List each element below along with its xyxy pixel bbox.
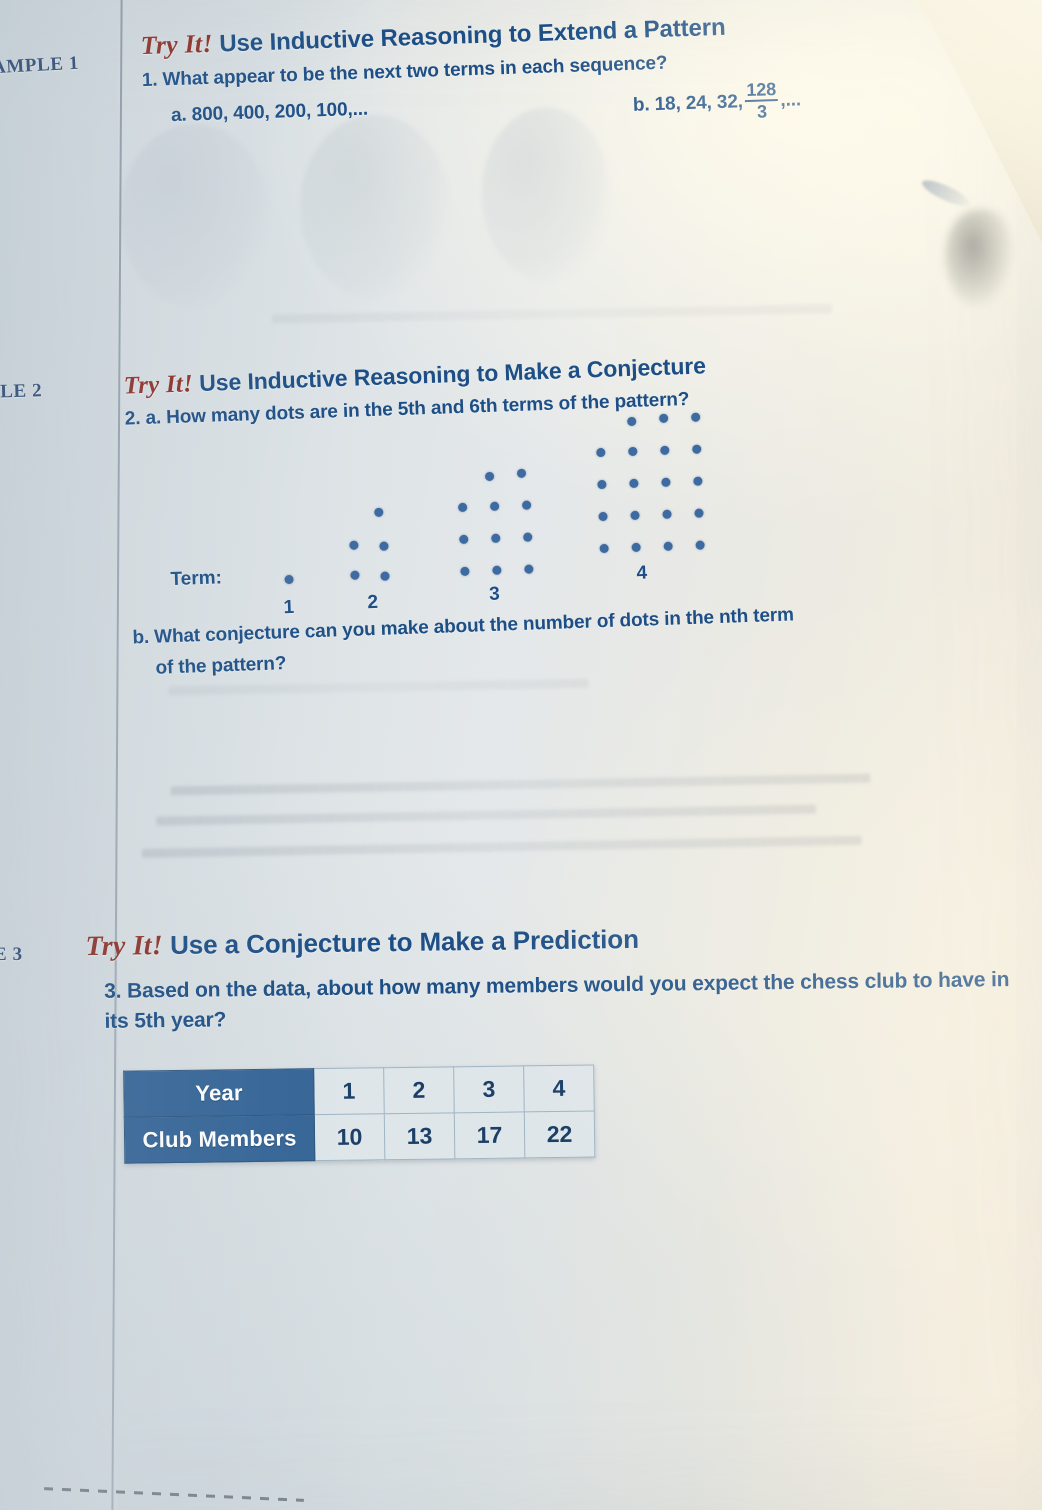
section-try-it-2: Try It! Use Inductive Reasoning to Make … — [123, 343, 965, 678]
photo-of-textbook-page: AMPLE 1 PLE 2 E 3 Try It! Use Inductive … — [0, 0, 1042, 1510]
pattern-dot — [484, 471, 495, 482]
question-1-options: a. 800, 400, 200, 100,... b. 18, 24, 32,… — [143, 78, 934, 150]
pattern-dot — [523, 532, 533, 542]
pattern-dot — [629, 478, 639, 489]
table-cell-year-2: 2 — [383, 1066, 455, 1114]
pattern-dot — [516, 468, 527, 478]
option-a-label: a. — [170, 104, 187, 127]
table-cell-year-4: 4 — [523, 1065, 595, 1112]
question-2b-label: b. — [132, 626, 150, 649]
try-it-label: Try It! — [85, 930, 164, 963]
pattern-dot — [379, 541, 389, 551]
term-number-1: 1 — [283, 596, 295, 619]
pattern-dot — [521, 500, 532, 510]
option-b-sequence-suffix: ,... — [780, 89, 802, 111]
fraction-denominator: 3 — [756, 101, 768, 122]
table-cell-members-2: 13 — [384, 1112, 455, 1160]
pattern-dot — [491, 533, 501, 543]
pattern-dot — [627, 416, 637, 427]
section-2-heading: Use Inductive Reasoning to Make a Conjec… — [198, 352, 707, 397]
pattern-dot — [695, 540, 705, 550]
pattern-dot — [598, 511, 608, 522]
pattern-dot — [284, 574, 294, 585]
pattern-dot — [628, 446, 638, 457]
table-cell-year-1: 1 — [313, 1067, 385, 1115]
pattern-dot — [596, 447, 606, 458]
option-a-sequence: 800, 400, 200, 100,... — [191, 98, 369, 126]
dot-pattern-diagram: 1 2 3 4 — [275, 394, 882, 618]
table-cell-members-3: 17 — [454, 1111, 525, 1159]
table-row-year: Year 1 2 3 4 — [123, 1065, 595, 1118]
pattern-dot — [597, 479, 607, 490]
pattern-dot — [349, 540, 359, 550]
try-it-label: Try It! — [123, 370, 194, 400]
option-b-label: b. — [632, 94, 650, 116]
pattern-dot — [631, 542, 641, 553]
pattern-dot — [457, 502, 468, 513]
table-row-header-club-members: Club Members — [124, 1114, 315, 1164]
question-3-number: 3. — [103, 979, 122, 1003]
question-1-option-a: a. 800, 400, 200, 100,... — [171, 99, 369, 128]
section-try-it-3: Try It! Use a Conjecture to Make a Predi… — [85, 919, 1026, 1164]
fraction-128-over-3: 128 3 — [744, 79, 779, 122]
pattern-dot — [374, 507, 384, 517]
try-it-label: Try It! — [140, 28, 214, 61]
pattern-dot — [692, 444, 702, 454]
pattern-dot — [380, 571, 390, 581]
question-3: 3. Based on the data, about how many mem… — [104, 965, 1025, 1038]
term-row-label: Term: — [170, 567, 223, 591]
table-row-header-year: Year — [123, 1068, 315, 1118]
club-members-table: Year 1 2 3 4 Club Members 10 13 17 22 — [123, 1065, 595, 1164]
section-try-it-1: Try It! Use Inductive Reasoning to Exten… — [140, 5, 934, 150]
term-number-3: 3 — [488, 583, 501, 606]
table-cell-year-3: 3 — [453, 1065, 525, 1113]
pattern-dot — [459, 534, 469, 545]
pattern-dot — [350, 570, 360, 580]
question-3-text: Based on the data, about how many member… — [104, 968, 1010, 1034]
question-1-number: 1. — [141, 69, 158, 92]
table-cell-members-4: 22 — [524, 1111, 595, 1158]
pattern-dot — [630, 510, 640, 521]
question-2a-number: 2. a. — [124, 407, 162, 430]
pattern-dot — [524, 564, 534, 574]
pattern-dot — [460, 566, 470, 577]
pattern-dot — [660, 445, 670, 455]
table-row-club-members: Club Members 10 13 17 22 — [124, 1111, 595, 1164]
term-number-2: 2 — [367, 591, 379, 614]
pattern-dot — [599, 543, 609, 554]
pattern-dot — [659, 413, 669, 423]
pattern-dot — [661, 477, 671, 487]
section-3-heading-line: Try It! Use a Conjecture to Make a Predi… — [85, 919, 1025, 963]
question-1-option-b: b. 18, 24, 32, 128 3,... — [632, 79, 802, 126]
club-members-table-wrapper: Year 1 2 3 4 Club Members 10 13 17 22 — [123, 1065, 595, 1164]
option-b-sequence-prefix: 18, 24, 32, — [654, 91, 744, 116]
section-3-heading: Use a Conjecture to Make a Prediction — [169, 923, 640, 961]
pattern-dot — [694, 508, 704, 518]
pattern-dot — [690, 412, 701, 422]
page-cut-dashed-line — [44, 1487, 304, 1502]
question-2b: b. What conjecture can you make about th… — [132, 595, 1042, 680]
table-cell-members-1: 10 — [314, 1113, 385, 1161]
pattern-dot — [693, 476, 703, 486]
pattern-dot — [662, 509, 672, 519]
term-number-4: 4 — [636, 562, 648, 584]
pattern-dot — [489, 501, 500, 511]
pattern-dot — [492, 565, 502, 575]
question-1-text: What appear to be the next two terms in … — [162, 52, 668, 91]
page-content: Try It! Use Inductive Reasoning to Exten… — [0, 0, 1042, 1510]
section-1-heading: Use Inductive Reasoning to Extend a Patt… — [218, 13, 726, 58]
pattern-dot — [663, 541, 673, 551]
fraction-numerator: 128 — [746, 79, 777, 101]
